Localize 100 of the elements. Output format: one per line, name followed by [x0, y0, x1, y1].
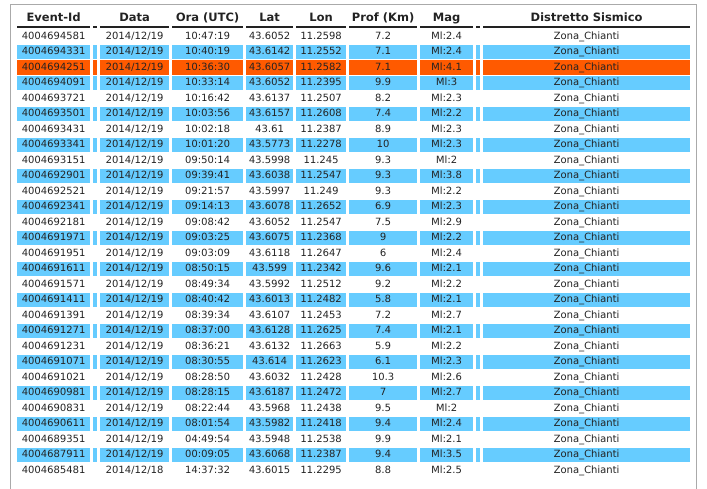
table-cell: 43.6142	[246, 44, 293, 60]
table-cell-text: 43.6052	[248, 216, 292, 230]
table-cell-text: 11.2538	[299, 432, 343, 446]
table-cell-text: 43.6015	[248, 464, 292, 478]
column-header: Distretto Sismico	[483, 8, 690, 28]
table-cell-text: Ml:2.6	[430, 370, 463, 384]
table-cell-text: Ml:2.1	[430, 432, 463, 446]
table-cell-text: 43.6052	[248, 30, 292, 44]
table-cell: Ml:4.1	[420, 60, 473, 75]
table-cell-text: 43.61	[254, 122, 285, 136]
table-cell-text: Ml:2.4	[430, 30, 463, 44]
table-cell-text: 08:28:50	[184, 370, 231, 384]
table-cell-text: 2014/12/19	[104, 340, 164, 354]
table-cell-text: 11.2387	[299, 122, 343, 136]
table-cell: 2014/12/19	[100, 448, 169, 462]
table-cell: 4004690611	[17, 416, 90, 432]
table-cell: 9.3	[349, 168, 417, 184]
table-cell-text: Zona_Chianti	[552, 154, 620, 168]
table-cell-text: 2014/12/19	[104, 30, 164, 44]
table-cell-text: 43.6137	[248, 92, 292, 106]
table-cell: 10:03:56	[172, 106, 243, 122]
table-cell: 6.1	[349, 354, 417, 370]
table-cell: 7.4	[349, 324, 417, 338]
table-cell: 2014/12/19	[100, 292, 169, 308]
table-cell-text: Ml:2.2	[430, 184, 463, 198]
table-cell-text: 11.2295	[299, 464, 343, 478]
table-cell-text: 11.2512	[299, 278, 343, 292]
table-cell: 4004693501	[17, 106, 90, 122]
table-cell-text: 11.2428	[299, 370, 343, 384]
table-cell: 2014/12/19	[100, 200, 169, 214]
table-cell: 2014/12/19	[100, 324, 169, 338]
table-cell: 9.9	[349, 76, 417, 90]
table-cell: 11.2395	[296, 76, 346, 90]
table-cell-text: 43.6107	[248, 308, 292, 322]
table-cell-text: 11.2663	[299, 340, 343, 354]
table-cell: 43.6068	[246, 448, 293, 462]
table-cell: 08:37:00	[172, 324, 243, 338]
column-header: Lat	[246, 8, 293, 28]
table-cell: 2014/12/19	[100, 230, 169, 246]
table-cell: Zona_Chianti	[483, 416, 690, 432]
table-cell: 11.2608	[296, 106, 346, 122]
table-cell-text: 4004685481	[20, 464, 86, 478]
table-cell: 4004692901	[17, 168, 90, 184]
table-cell: 43.6013	[246, 292, 293, 308]
table-cell-text: 2014/12/19	[104, 216, 164, 230]
table-cell-text: Ml:2	[434, 402, 458, 416]
table-cell-text: 2014/12/19	[104, 122, 164, 136]
table-cell: 6.9	[349, 200, 417, 214]
table-cell: 09:03:25	[172, 230, 243, 246]
table-cell: Zona_Chianti	[483, 262, 690, 276]
table-cell-text: Zona_Chianti	[552, 30, 620, 44]
table-cell: 4004694251	[17, 60, 90, 75]
table-cell: Ml:2.7	[420, 386, 473, 400]
table-cell: Ml:2.3	[420, 354, 473, 370]
table-cell-text: 4004692521	[20, 184, 86, 198]
table-cell-text: Ml:2.3	[430, 122, 463, 136]
table-cell: 11.2623	[296, 354, 346, 370]
table-cell-text: 9.3	[374, 154, 392, 168]
table-cell: 43.6057	[246, 60, 293, 75]
table-cell: Zona_Chianti	[483, 292, 690, 308]
table-cell: 2014/12/19	[100, 262, 169, 276]
table-cell-text: Zona_Chianti	[552, 122, 620, 136]
table-cell-text: 9.9	[374, 432, 392, 446]
table-cell: Zona_Chianti	[483, 106, 690, 122]
table-cell: Zona_Chianti	[483, 138, 690, 152]
table-cell: 11.2387	[296, 448, 346, 462]
table-cell-text: 4004689351	[20, 432, 86, 446]
table-cell-text: 11.2453	[299, 308, 343, 322]
table-cell-text: Zona_Chianti	[552, 216, 620, 230]
table-cell-text: Ml:2.5	[430, 464, 463, 478]
table-cell-text: 11.249	[302, 184, 340, 198]
column-header: Data	[100, 8, 169, 28]
table-cell: 11.2342	[296, 262, 346, 276]
table-cell-text: Ml:2	[434, 154, 458, 168]
table-cell: 11.2418	[296, 416, 346, 432]
table-cell-text: 4004691231	[20, 340, 86, 354]
table-cell: 4004687911	[17, 448, 90, 462]
table-cell-text: 09:08:42	[184, 216, 231, 230]
table-cell: Zona_Chianti	[483, 354, 690, 370]
table-cell: 10:36:30	[172, 60, 243, 75]
table-cell: 4004693341	[17, 138, 90, 152]
table-cell: 2014/12/19	[100, 168, 169, 184]
table-cell: Zona_Chianti	[483, 200, 690, 214]
table-cell: 11.2482	[296, 292, 346, 308]
table-cell-text: 09:21:57	[184, 184, 231, 198]
table-cell: 11.2472	[296, 386, 346, 400]
table-cell-text: Zona_Chianti	[552, 464, 620, 478]
table-cell: 43.6157	[246, 106, 293, 122]
table-cell: 2014/12/19	[100, 60, 169, 75]
table-cell-text: 2014/12/19	[104, 432, 164, 446]
table-cell: Ml:3	[420, 76, 473, 90]
table-cell: 43.614	[246, 354, 293, 370]
table-cell: 08:50:15	[172, 262, 243, 276]
table-cell-text: 2014/12/19	[104, 402, 164, 416]
table-cell-text: 2014/12/19	[104, 184, 164, 198]
table-cell-text: 11.2547	[299, 216, 343, 230]
table-cell-text: 4004690831	[20, 402, 86, 416]
table-cell: 4004691971	[17, 230, 90, 246]
table-cell-text: 10:16:42	[184, 92, 231, 106]
table-cell-text: 8.8	[374, 464, 392, 478]
